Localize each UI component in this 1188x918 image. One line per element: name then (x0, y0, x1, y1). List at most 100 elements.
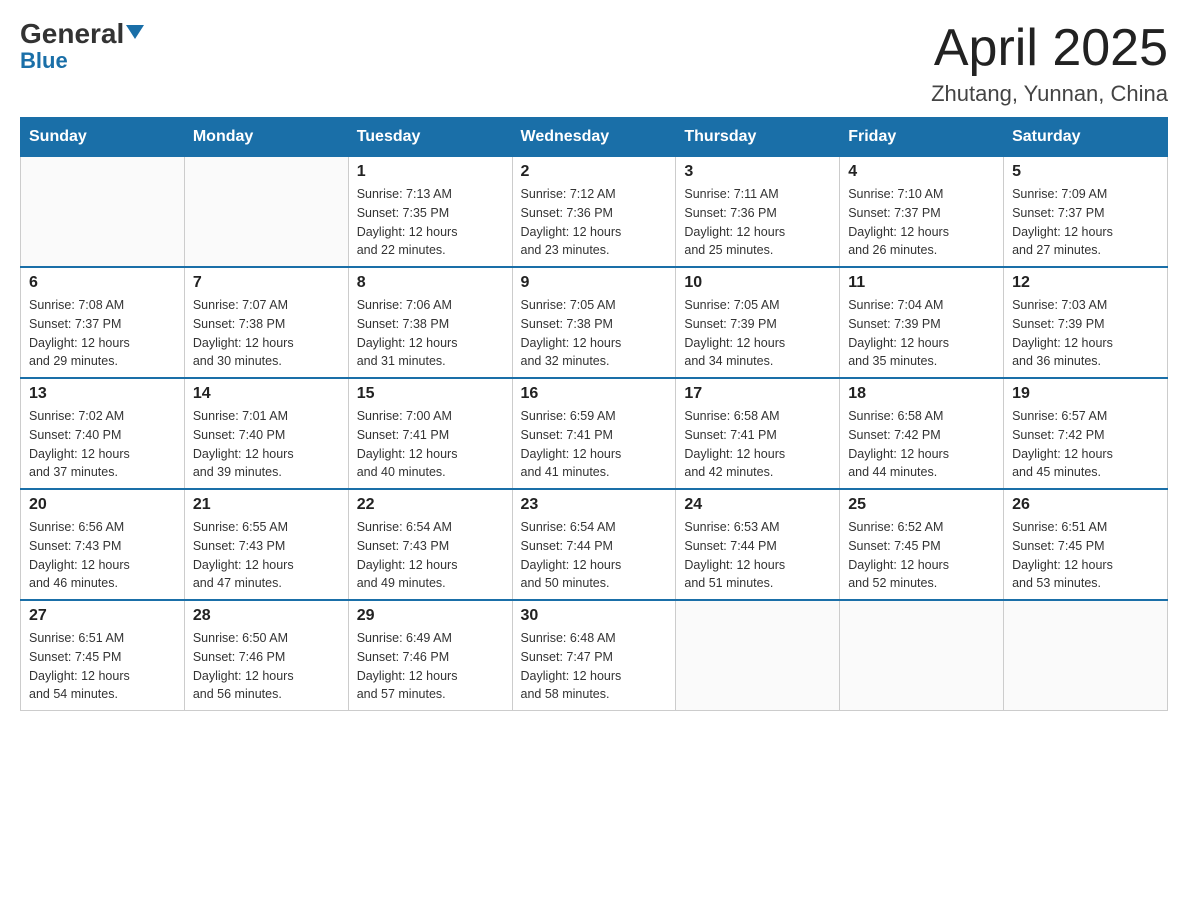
calendar-cell: 7Sunrise: 7:07 AMSunset: 7:38 PMDaylight… (184, 267, 348, 378)
calendar-cell: 30Sunrise: 6:48 AMSunset: 7:47 PMDayligh… (512, 600, 676, 711)
calendar-cell: 9Sunrise: 7:05 AMSunset: 7:38 PMDaylight… (512, 267, 676, 378)
week-row-4: 20 Sunrise: 6:56 AMSunset: 7:43 PMDayligh… (21, 489, 1168, 600)
day-info: Sunrise: 7:05 AMSunset: 7:39 PMDaylight:… (684, 296, 831, 371)
day-header-tuesday: Tuesday (348, 118, 512, 157)
logo: General Blue (20, 20, 144, 72)
calendar-cell: 10Sunrise: 7:05 AMSunset: 7:39 PMDayligh… (676, 267, 840, 378)
day-info: Sunrise: 7:06 AMSunset: 7:38 PMDaylight:… (357, 296, 504, 371)
day-number: 14 (193, 385, 340, 403)
calendar-cell: 26 Sunrise: 6:51 AMSunset: 7:45 PMDayligh… (1004, 489, 1168, 600)
day-info: Sunrise: 6:53 AMSunset: 7:44 PMDaylight:… (684, 518, 831, 593)
calendar-cell: 25Sunrise: 6:52 AMSunset: 7:45 PMDayligh… (840, 489, 1004, 600)
day-info: Sunrise: 6:49 AMSunset: 7:46 PMDaylight:… (357, 629, 504, 704)
day-info: Sunrise: 7:09 AMSunset: 7:37 PMDaylight:… (1012, 185, 1159, 260)
day-info: Sunrise: 6:55 AMSunset: 7:43 PMDaylight:… (193, 518, 340, 593)
day-number: 23 (521, 496, 668, 514)
day-info: Sunrise: 6:57 AMSunset: 7:42 PMDaylight:… (1012, 407, 1159, 482)
day-number: 4 (848, 163, 995, 181)
day-number: 22 (357, 496, 504, 514)
week-row-5: 27Sunrise: 6:51 AMSunset: 7:45 PMDayligh… (21, 600, 1168, 711)
calendar-cell: 3Sunrise: 7:11 AMSunset: 7:36 PMDaylight… (676, 157, 840, 268)
calendar-cell: 21 Sunrise: 6:55 AMSunset: 7:43 PMDayligh… (184, 489, 348, 600)
calendar-cell: 23 Sunrise: 6:54 AMSunset: 7:44 PMDayligh… (512, 489, 676, 600)
calendar-cell (21, 157, 185, 268)
calendar-cell: 19 Sunrise: 6:57 AMSunset: 7:42 PMDayligh… (1004, 378, 1168, 489)
day-info: Sunrise: 7:12 AMSunset: 7:36 PMDaylight:… (521, 185, 668, 260)
day-number: 18 (848, 385, 995, 403)
calendar-cell: 5Sunrise: 7:09 AMSunset: 7:37 PMDaylight… (1004, 157, 1168, 268)
day-number: 13 (29, 385, 176, 403)
calendar-cell: 4 Sunrise: 7:10 AMSunset: 7:37 PMDaylight… (840, 157, 1004, 268)
day-number: 2 (521, 163, 668, 181)
day-number: 11 (848, 274, 995, 292)
calendar-cell: 18 Sunrise: 6:58 AMSunset: 7:42 PMDayligh… (840, 378, 1004, 489)
day-number: 12 (1012, 274, 1159, 292)
day-info: Sunrise: 7:02 AMSunset: 7:40 PMDaylight:… (29, 407, 176, 482)
day-info: Sunrise: 6:58 AMSunset: 7:41 PMDaylight:… (684, 407, 831, 482)
day-header-thursday: Thursday (676, 118, 840, 157)
day-number: 17 (684, 385, 831, 403)
day-info: Sunrise: 6:54 AMSunset: 7:43 PMDaylight:… (357, 518, 504, 593)
calendar-cell (1004, 600, 1168, 711)
calendar-cell: 14 Sunrise: 7:01 AMSunset: 7:40 PMDayligh… (184, 378, 348, 489)
calendar-cell (840, 600, 1004, 711)
day-header-sunday: Sunday (21, 118, 185, 157)
day-info: Sunrise: 7:10 AMSunset: 7:37 PMDaylight:… (848, 185, 995, 260)
calendar-table: SundayMondayTuesdayWednesdayThursdayFrid… (20, 117, 1168, 711)
day-info: Sunrise: 6:51 AMSunset: 7:45 PMDaylight:… (1012, 518, 1159, 593)
day-number: 28 (193, 607, 340, 625)
week-row-3: 13 Sunrise: 7:02 AMSunset: 7:40 PMDayligh… (21, 378, 1168, 489)
day-info: Sunrise: 6:48 AMSunset: 7:47 PMDaylight:… (521, 629, 668, 704)
day-info: Sunrise: 6:56 AMSunset: 7:43 PMDaylight:… (29, 518, 176, 593)
calendar-cell: 27Sunrise: 6:51 AMSunset: 7:45 PMDayligh… (21, 600, 185, 711)
location-title: Zhutang, Yunnan, China (931, 81, 1168, 107)
day-info: Sunrise: 7:04 AMSunset: 7:39 PMDaylight:… (848, 296, 995, 371)
day-info: Sunrise: 7:05 AMSunset: 7:38 PMDaylight:… (521, 296, 668, 371)
title-block: April 2025 Zhutang, Yunnan, China (931, 20, 1168, 107)
calendar-cell: 16Sunrise: 6:59 AMSunset: 7:41 PMDayligh… (512, 378, 676, 489)
day-info: Sunrise: 6:58 AMSunset: 7:42 PMDaylight:… (848, 407, 995, 482)
day-header-saturday: Saturday (1004, 118, 1168, 157)
logo-blue: Blue (20, 50, 68, 72)
calendar-cell: 13 Sunrise: 7:02 AMSunset: 7:40 PMDayligh… (21, 378, 185, 489)
calendar-cell: 22 Sunrise: 6:54 AMSunset: 7:43 PMDayligh… (348, 489, 512, 600)
day-info: Sunrise: 6:50 AMSunset: 7:46 PMDaylight:… (193, 629, 340, 704)
page-header: General Blue April 2025 Zhutang, Yunnan,… (20, 20, 1168, 107)
day-info: Sunrise: 7:03 AMSunset: 7:39 PMDaylight:… (1012, 296, 1159, 371)
calendar-cell: 15 Sunrise: 7:00 AMSunset: 7:41 PMDayligh… (348, 378, 512, 489)
day-number: 15 (357, 385, 504, 403)
week-row-1: 1 Sunrise: 7:13 AMSunset: 7:35 PMDaylight… (21, 157, 1168, 268)
day-info: Sunrise: 7:11 AMSunset: 7:36 PMDaylight:… (684, 185, 831, 260)
day-header-monday: Monday (184, 118, 348, 157)
logo-general: General (20, 20, 144, 48)
calendar-cell: 28 Sunrise: 6:50 AMSunset: 7:46 PMDayligh… (184, 600, 348, 711)
day-info: Sunrise: 6:52 AMSunset: 7:45 PMDaylight:… (848, 518, 995, 593)
calendar-cell: 1 Sunrise: 7:13 AMSunset: 7:35 PMDaylight… (348, 157, 512, 268)
calendar-cell: 6Sunrise: 7:08 AMSunset: 7:37 PMDaylight… (21, 267, 185, 378)
day-number: 21 (193, 496, 340, 514)
calendar-cell: 17 Sunrise: 6:58 AMSunset: 7:41 PMDayligh… (676, 378, 840, 489)
day-info: Sunrise: 7:07 AMSunset: 7:38 PMDaylight:… (193, 296, 340, 371)
day-number: 6 (29, 274, 176, 292)
day-number: 27 (29, 607, 176, 625)
day-number: 26 (1012, 496, 1159, 514)
days-header-row: SundayMondayTuesdayWednesdayThursdayFrid… (21, 118, 1168, 157)
day-info: Sunrise: 7:01 AMSunset: 7:40 PMDaylight:… (193, 407, 340, 482)
day-number: 20 (29, 496, 176, 514)
calendar-cell: 29Sunrise: 6:49 AMSunset: 7:46 PMDayligh… (348, 600, 512, 711)
day-header-friday: Friday (840, 118, 1004, 157)
day-info: Sunrise: 7:00 AMSunset: 7:41 PMDaylight:… (357, 407, 504, 482)
calendar-cell: 12 Sunrise: 7:03 AMSunset: 7:39 PMDayligh… (1004, 267, 1168, 378)
calendar-cell: 20 Sunrise: 6:56 AMSunset: 7:43 PMDayligh… (21, 489, 185, 600)
day-info: Sunrise: 7:13 AMSunset: 7:35 PMDaylight:… (357, 185, 504, 260)
day-info: Sunrise: 6:54 AMSunset: 7:44 PMDaylight:… (521, 518, 668, 593)
day-number: 19 (1012, 385, 1159, 403)
calendar-cell: 2 Sunrise: 7:12 AMSunset: 7:36 PMDaylight… (512, 157, 676, 268)
day-number: 16 (521, 385, 668, 403)
day-number: 1 (357, 163, 504, 181)
month-title: April 2025 (931, 20, 1168, 77)
calendar-cell: 11 Sunrise: 7:04 AMSunset: 7:39 PMDayligh… (840, 267, 1004, 378)
day-number: 8 (357, 274, 504, 292)
calendar-cell: 8 Sunrise: 7:06 AMSunset: 7:38 PMDaylight… (348, 267, 512, 378)
week-row-2: 6Sunrise: 7:08 AMSunset: 7:37 PMDaylight… (21, 267, 1168, 378)
